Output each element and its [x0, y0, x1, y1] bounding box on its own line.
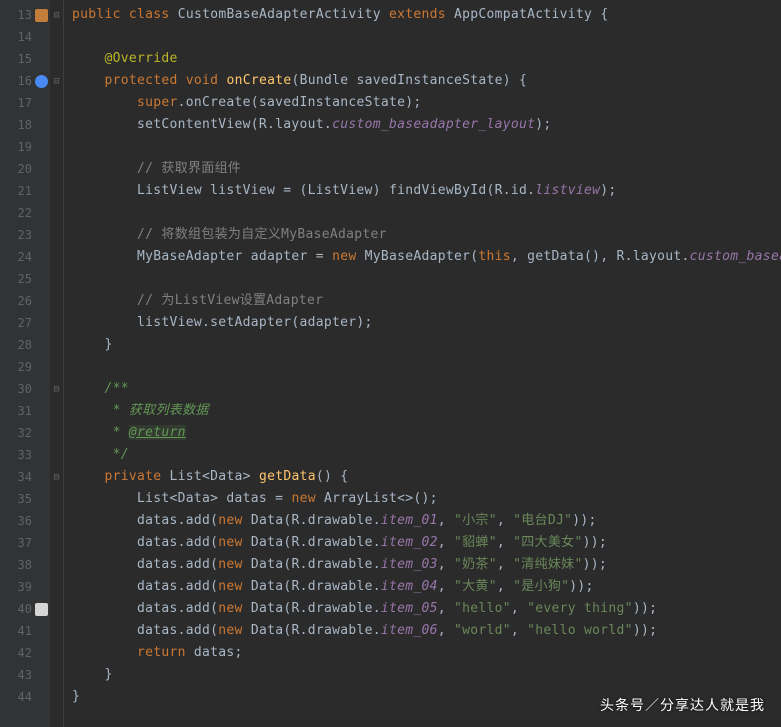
code-line: @Override	[72, 48, 781, 70]
code-line: // 获取界面组件	[72, 158, 781, 180]
code-line	[72, 136, 781, 158]
code-content[interactable]: public class CustomBaseAdapterActivity e…	[64, 0, 781, 727]
code-line: ListView listView = (ListView) findViewB…	[72, 180, 781, 202]
line-number: 31	[0, 400, 50, 422]
line-number: 42	[0, 642, 50, 664]
line-number: 34	[0, 466, 50, 488]
code-line: datas.add(new Data(R.drawable.item_06, "…	[72, 620, 781, 642]
line-number: 37	[0, 532, 50, 554]
fold-toggle[interactable]: ⊟	[50, 378, 63, 400]
code-line: listView.setAdapter(adapter);	[72, 312, 781, 334]
code-line: datas.add(new Data(R.drawable.item_02, "…	[72, 532, 781, 554]
line-number: 23	[0, 224, 50, 246]
line-number: 40	[0, 598, 50, 620]
watermark-text: 头条号／分享达人就是我	[600, 695, 765, 715]
code-line	[72, 26, 781, 48]
line-number: 17	[0, 92, 50, 114]
code-line: datas.add(new Data(R.drawable.item_03, "…	[72, 554, 781, 576]
fold-toggle[interactable]: ⊟	[50, 4, 63, 26]
line-number: 14	[0, 26, 50, 48]
line-number: 13	[0, 4, 50, 26]
drawable-icon	[34, 601, 48, 615]
line-number: 21	[0, 180, 50, 202]
code-line: MyBaseAdapter adapter = new MyBaseAdapte…	[72, 246, 781, 268]
override-icon	[34, 73, 48, 87]
code-line: datas.add(new Data(R.drawable.item_01, "…	[72, 510, 781, 532]
code-line: public class CustomBaseAdapterActivity e…	[72, 4, 781, 26]
fold-toggle[interactable]: ⊟	[50, 466, 63, 488]
code-line	[72, 202, 781, 224]
code-line: datas.add(new Data(R.drawable.item_05, "…	[72, 598, 781, 620]
code-line: private List<Data> getData() {	[72, 466, 781, 488]
code-line: }	[72, 334, 781, 356]
code-editor: 13 14 15 16 17 18 19 20 21 22 23 24 25 2…	[0, 0, 781, 727]
line-number: 26	[0, 290, 50, 312]
line-number: 20	[0, 158, 50, 180]
code-line	[72, 268, 781, 290]
line-number: 24	[0, 246, 50, 268]
line-number-gutter[interactable]: 13 14 15 16 17 18 19 20 21 22 23 24 25 2…	[0, 0, 50, 727]
line-number: 22	[0, 202, 50, 224]
line-number: 18	[0, 114, 50, 136]
code-line: * @return	[72, 422, 781, 444]
code-line: protected void onCreate(Bundle savedInst…	[72, 70, 781, 92]
code-line: }	[72, 664, 781, 686]
line-number: 30	[0, 378, 50, 400]
line-number: 38	[0, 554, 50, 576]
code-line: return datas;	[72, 642, 781, 664]
line-number: 27	[0, 312, 50, 334]
line-number: 44	[0, 686, 50, 708]
line-number: 29	[0, 356, 50, 378]
line-number: 33	[0, 444, 50, 466]
code-line: // 为ListView设置Adapter	[72, 290, 781, 312]
fold-column[interactable]: ⊟ ⊟ ⊟ ⊟	[50, 0, 64, 727]
line-number: 28	[0, 334, 50, 356]
code-line: datas.add(new Data(R.drawable.item_04, "…	[72, 576, 781, 598]
line-number: 43	[0, 664, 50, 686]
code-line: // 将数组包装为自定义MyBaseAdapter	[72, 224, 781, 246]
line-number: 25	[0, 268, 50, 290]
line-number: 19	[0, 136, 50, 158]
line-number: 35	[0, 488, 50, 510]
line-number: 15	[0, 48, 50, 70]
code-line: /**	[72, 378, 781, 400]
line-number: 36	[0, 510, 50, 532]
code-line	[72, 356, 781, 378]
line-number: 41	[0, 620, 50, 642]
code-line: List<Data> datas = new ArrayList<>();	[72, 488, 781, 510]
line-number: 32	[0, 422, 50, 444]
code-line: setContentView(R.layout.custom_baseadapt…	[72, 114, 781, 136]
code-line: * 获取列表数据	[72, 400, 781, 422]
class-icon	[34, 7, 48, 21]
line-number: 39	[0, 576, 50, 598]
line-number: 16	[0, 70, 50, 92]
code-line: */	[72, 444, 781, 466]
code-line: super.onCreate(savedInstanceState);	[72, 92, 781, 114]
fold-toggle[interactable]: ⊟	[50, 70, 63, 92]
